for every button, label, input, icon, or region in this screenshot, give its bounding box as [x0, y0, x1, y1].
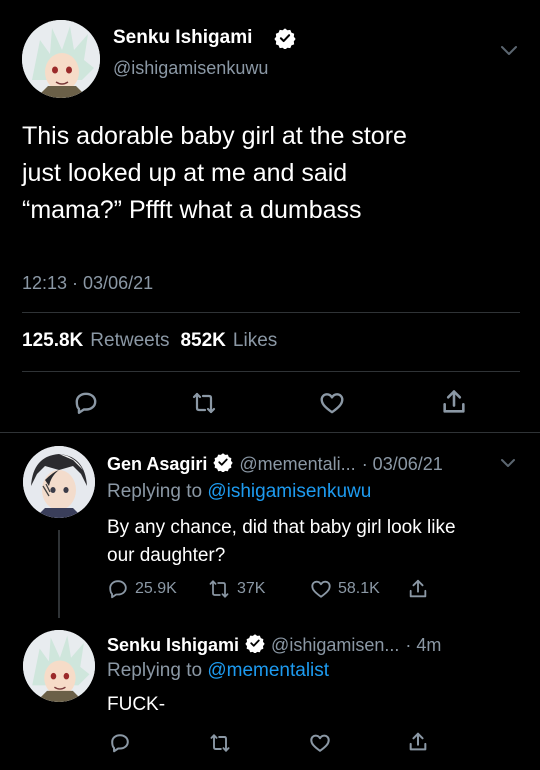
share-icon[interactable] — [407, 730, 429, 759]
reply-actions-bar — [0, 730, 540, 758]
retweets-label[interactable]: Retweets — [90, 330, 169, 352]
replying-to: Replying to @mementalist — [107, 660, 329, 682]
reply-actions-bar: 25.9K 37K 58.1K — [107, 578, 527, 604]
reply-text-line: our daughter? — [107, 545, 226, 566]
share-icon[interactable] — [440, 388, 468, 421]
engagement-stats: 125.8K Retweets 852K Likes — [22, 330, 277, 352]
reply-text: By any chance, did that baby girl look l… — [107, 514, 456, 570]
divider — [22, 371, 520, 372]
handle[interactable]: @mementali... — [239, 454, 355, 475]
tweet-text: This adorable baby girl at the store jus… — [22, 118, 532, 229]
reply-timestamp[interactable]: · 4m — [405, 635, 441, 656]
verified-badge-icon — [245, 633, 265, 658]
avatar[interactable] — [23, 446, 95, 518]
tweet-text-line: This adorable baby girl at the store — [22, 122, 407, 150]
reply-text: FUCK- — [107, 694, 166, 715]
retweet-count: 37K — [237, 580, 266, 597]
retweet-icon — [209, 580, 229, 598]
main-actions-bar — [0, 388, 540, 418]
like-action[interactable]: 58.1K — [310, 578, 380, 600]
display-name[interactable]: Senku Ishigami — [107, 635, 239, 656]
share-icon[interactable] — [407, 577, 429, 601]
replying-to-label: Replying to — [107, 660, 203, 681]
reply-timestamp[interactable]: · 03/06/21 — [362, 454, 443, 475]
retweet-icon[interactable] — [208, 732, 232, 759]
replying-to-label: Replying to — [107, 481, 203, 502]
reply-action[interactable]: 25.9K — [107, 578, 177, 600]
senku-avatar-image — [22, 20, 100, 98]
like-count: 58.1K — [338, 580, 380, 597]
replying-to-handle[interactable]: @mementalist — [207, 660, 329, 681]
retweet-action[interactable]: 37K — [207, 578, 265, 600]
reply-icon[interactable] — [109, 732, 131, 759]
reply-count: 25.9K — [135, 580, 177, 597]
handle[interactable]: @ishigamisen... — [271, 635, 399, 656]
replying-to-handle[interactable]: @ishigamisenkuwu — [207, 481, 371, 502]
gen-avatar-image — [23, 446, 95, 518]
handle[interactable]: @ishigamisenkuwu — [113, 58, 268, 79]
retweet-icon[interactable] — [190, 390, 218, 421]
avatar[interactable] — [22, 20, 100, 98]
reply-text-line: By any chance, did that baby girl look l… — [107, 517, 456, 538]
display-name[interactable]: Senku Ishigami — [113, 27, 252, 49]
chevron-down-icon[interactable] — [499, 44, 519, 63]
verified-badge-icon — [213, 452, 234, 477]
likes-count[interactable]: 852K — [180, 330, 225, 352]
thread-line — [58, 530, 60, 618]
display-name[interactable]: Gen Asagiri — [107, 454, 207, 475]
tweet-text-line: just looked up at me and said — [22, 159, 348, 187]
verified-badge-icon — [274, 27, 296, 54]
reply-icon — [109, 580, 127, 599]
reply-header: Senku Ishigami @ishigamisen... · 4m — [107, 633, 441, 658]
reply-header: Gen Asagiri @mementali... · 03/06/21 — [107, 452, 443, 477]
divider — [22, 312, 520, 313]
divider — [0, 432, 540, 433]
senku-avatar-image — [23, 630, 95, 702]
tweet-timestamp[interactable]: 12:13 · 03/06/21 — [22, 273, 153, 294]
like-icon[interactable] — [308, 732, 332, 759]
avatar[interactable] — [23, 630, 95, 702]
retweets-count[interactable]: 125.8K — [22, 330, 83, 352]
like-icon — [311, 580, 331, 598]
likes-label[interactable]: Likes — [233, 330, 277, 352]
replying-to: Replying to @ishigamisenkuwu — [107, 481, 371, 503]
reply-icon[interactable] — [73, 390, 99, 421]
chevron-down-icon[interactable] — [499, 456, 517, 474]
like-icon[interactable] — [318, 390, 346, 421]
tweet-text-line: “mama?” Pffft what a dumbass — [22, 196, 362, 224]
